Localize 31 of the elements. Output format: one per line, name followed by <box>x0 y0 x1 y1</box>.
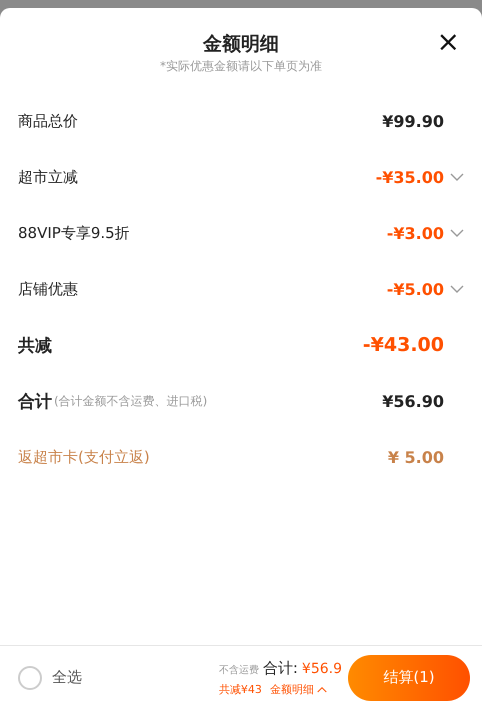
row-label: 88VIP专享9.5折 <box>18 224 130 242</box>
total-label: 合计: <box>262 658 298 678</box>
select-all-checkbox[interactable] <box>18 666 42 690</box>
amount-value: -¥43.00 <box>362 334 444 356</box>
chevron-icon[interactable] <box>316 686 327 692</box>
amount-value: ¥ 5.00 <box>388 448 444 466</box>
row-note: (合计金额不含运费、进口税) <box>54 392 208 410</box>
row-label: 店铺优惠 <box>18 280 78 298</box>
row-label: 共减 <box>18 334 52 356</box>
shipping-note: 不含运费 <box>218 664 259 676</box>
select-all-label: 全选 <box>52 668 83 687</box>
amount-value: ¥99.90 <box>382 112 444 130</box>
total-price: ¥56.9 <box>302 660 342 676</box>
close-button[interactable]: × <box>436 28 460 56</box>
amount-value: -¥5.00 <box>386 280 444 298</box>
reduced-amount: 共减¥43 <box>218 682 262 696</box>
row-label: 超市立减 <box>18 168 78 186</box>
chevron-icon[interactable] <box>450 284 464 294</box>
sheet-title: 金额明细 <box>203 32 279 56</box>
chevron-icon[interactable] <box>450 172 464 182</box>
details-label: 金额明细 <box>270 682 314 696</box>
row-label: 商品总价 <box>18 112 78 130</box>
row-label: 返超市卡(支付立返) <box>18 448 150 466</box>
amount-value: -¥35.00 <box>376 168 444 186</box>
chevron-icon[interactable] <box>450 228 464 238</box>
details-toggle[interactable]: 金额明细 <box>270 682 327 696</box>
row-label: 合计 <box>18 390 52 412</box>
sheet-subtitle: *实际优惠金额请以下单页为准 <box>160 58 322 75</box>
amount-value: ¥56.90 <box>382 392 444 410</box>
checkout-button[interactable]: 结算(1) <box>348 654 470 700</box>
amount-value: -¥3.00 <box>386 224 444 242</box>
